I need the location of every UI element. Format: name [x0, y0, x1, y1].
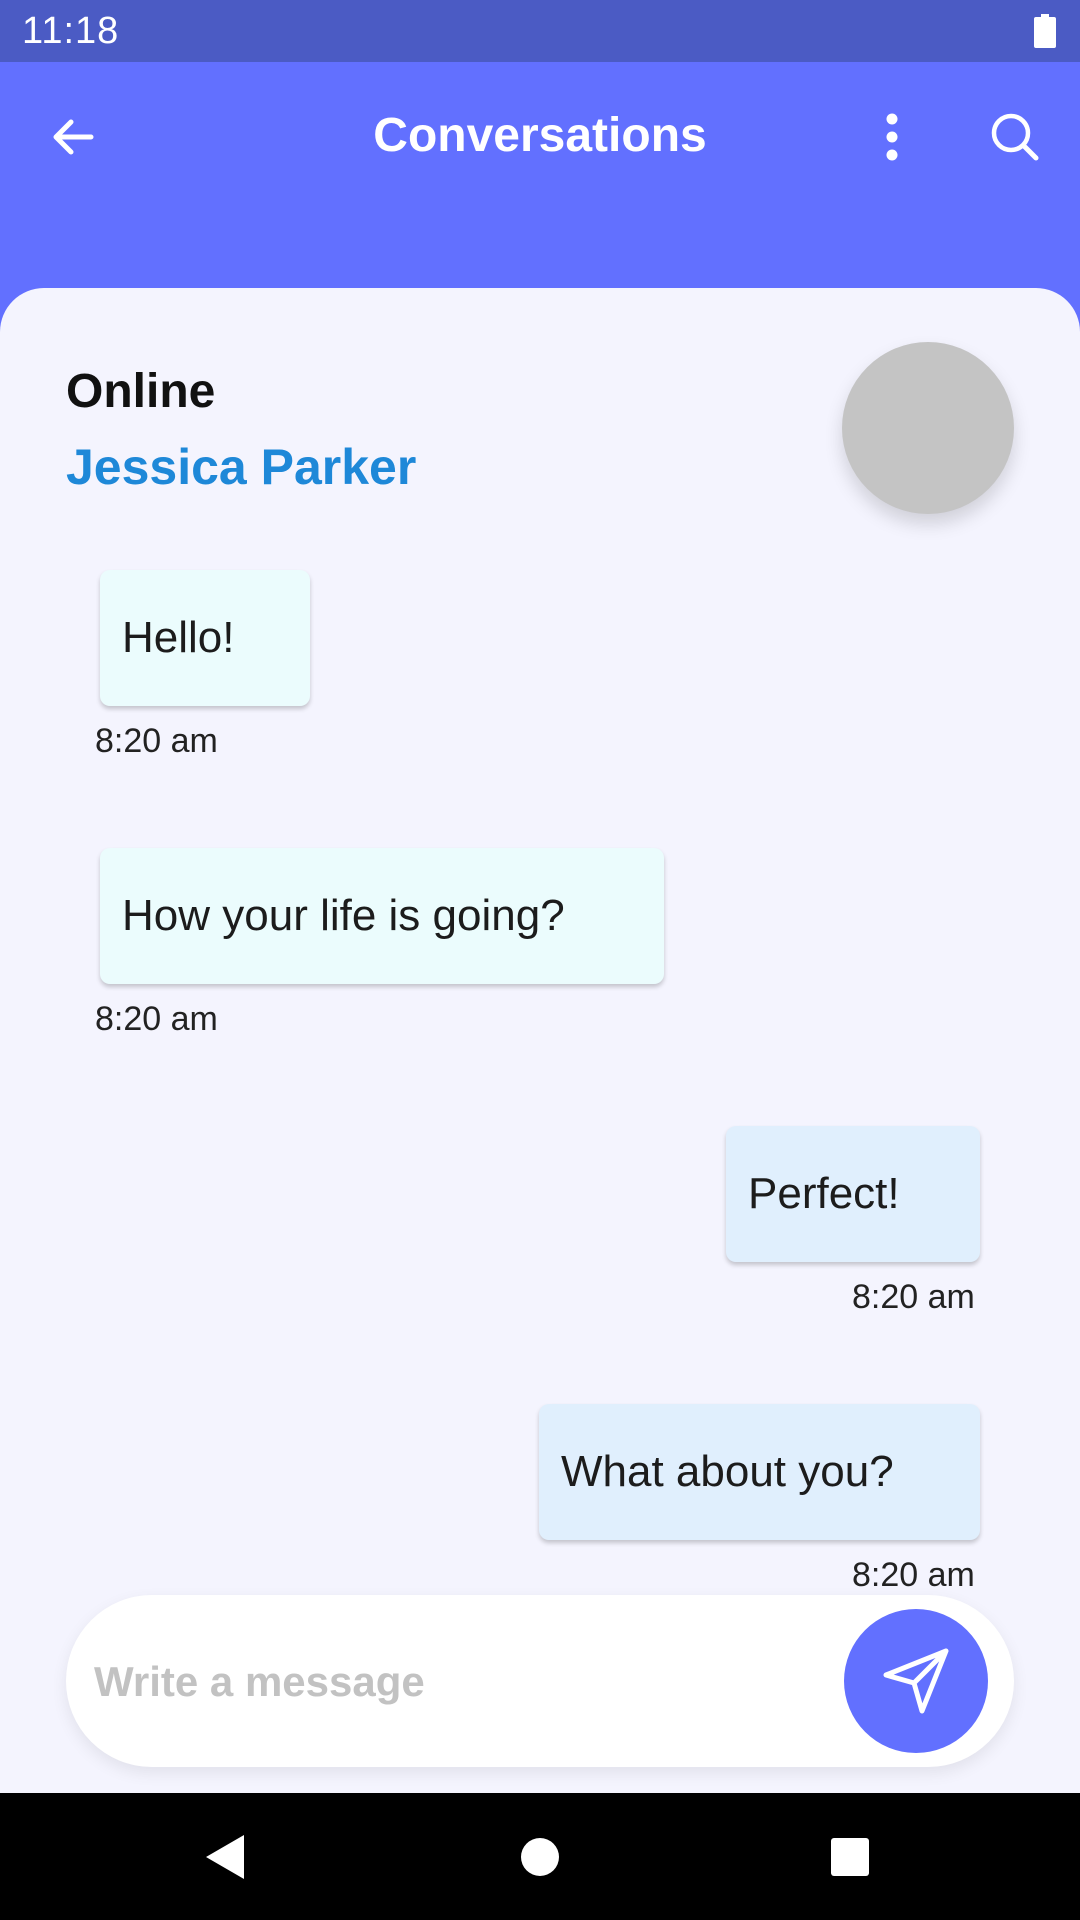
message-text: What about you?	[561, 1447, 894, 1496]
message-timestamp: 8:20 am	[852, 1278, 975, 1316]
avatar[interactable]	[842, 342, 1014, 514]
message-bubble-incoming[interactable]: How your life is going?	[100, 848, 664, 984]
message-bubble-outgoing[interactable]: Perfect!	[726, 1126, 980, 1262]
chat-screen: 11:18 Conversations Online Jessica Parke…	[0, 0, 1080, 1920]
send-icon	[883, 1648, 949, 1714]
search-button[interactable]	[982, 104, 1048, 170]
message-text: Hello!	[122, 613, 235, 662]
message-input[interactable]	[92, 1595, 816, 1769]
status-time: 11:18	[22, 10, 120, 52]
message-text: How your life is going?	[122, 891, 565, 940]
conversation-panel: Online Jessica Parker Hello! 8:20 am How…	[0, 288, 1080, 1793]
message-timestamp: 8:20 am	[95, 722, 218, 760]
more-options-button[interactable]	[862, 102, 922, 172]
message-bubble-incoming[interactable]: Hello!	[100, 570, 310, 706]
app-bar: Conversations	[0, 62, 1080, 292]
nav-back-icon	[206, 1835, 244, 1879]
message-timestamp: 8:20 am	[852, 1556, 975, 1594]
nav-home-button[interactable]	[504, 1821, 576, 1893]
battery-icon	[1034, 14, 1056, 48]
message-text: Perfect!	[748, 1169, 900, 1218]
search-icon	[991, 113, 1039, 161]
send-button[interactable]	[844, 1609, 988, 1753]
status-bar: 11:18	[0, 0, 1080, 62]
contact-name[interactable]: Jessica Parker	[66, 438, 416, 496]
system-nav-bar	[0, 1793, 1080, 1920]
message-timestamp: 8:20 am	[95, 1000, 218, 1038]
nav-home-icon	[521, 1838, 559, 1876]
message-compose-bar	[66, 1595, 1014, 1769]
message-bubble-outgoing[interactable]: What about you?	[539, 1404, 980, 1540]
more-vertical-icon	[886, 113, 898, 161]
nav-recents-icon	[831, 1838, 869, 1876]
nav-recents-button[interactable]	[814, 1821, 886, 1893]
nav-back-button[interactable]	[190, 1821, 262, 1893]
contact-status: Online	[66, 365, 216, 418]
